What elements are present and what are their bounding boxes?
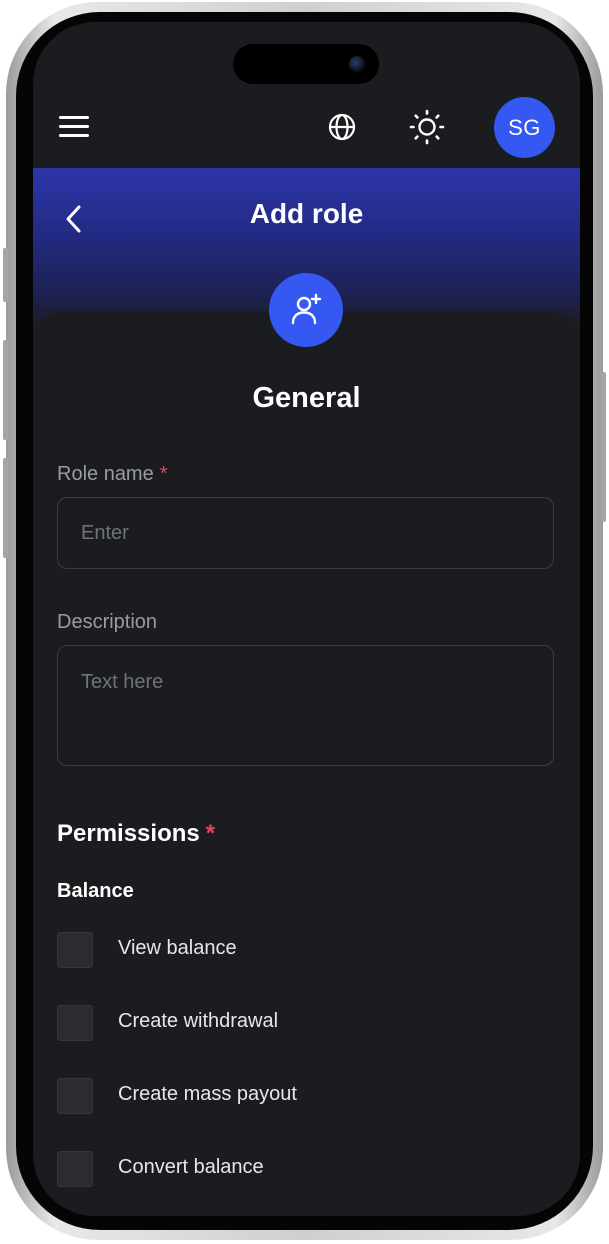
permission-label: Create withdrawal [118,1010,279,1032]
permission-convert-balance[interactable]: Convert balance [57,1151,537,1187]
permission-view-balance[interactable]: View balance [57,932,537,968]
checkbox[interactable] [57,1005,93,1041]
description-label: Description [57,611,158,633]
permissions-title-text: Permissions [57,820,200,847]
required-mark: * [159,463,168,485]
power-button [601,372,606,522]
globe-icon[interactable] [327,112,357,142]
checkbox[interactable] [57,1151,93,1187]
checkbox[interactable] [57,932,93,968]
permission-create-withdrawal[interactable]: Create withdrawal [57,1005,537,1041]
volume-down-button [3,458,8,558]
permission-label: View balance [118,937,237,959]
page-title: Add role [249,198,364,229]
permission-label: Convert balance [118,1156,264,1178]
required-mark: * [205,820,216,847]
role-badge [269,273,343,347]
checkbox[interactable] [57,1078,93,1114]
user-add-icon [291,293,322,325]
role-name-label: Role name * [57,463,168,486]
section-title: General [252,382,361,414]
avatar[interactable]: SG [494,97,555,158]
role-name-input[interactable] [57,497,554,569]
permissions-title: Permissions * [57,820,215,848]
action-button [3,248,8,302]
top-bar: SG [33,94,580,166]
description-textarea[interactable] [57,645,554,766]
volume-up-button [3,340,8,440]
permission-label: Create mass payout [118,1083,297,1105]
camera-icon [349,56,365,72]
role-name-label-text: Role name [57,463,154,485]
dynamic-island [233,44,379,84]
app-screen: SG Add role General Role name* Descripti… [33,22,580,1216]
menu-icon[interactable] [59,116,89,138]
sun-icon[interactable] [409,109,445,145]
permission-group-title: Balance [57,880,134,902]
permission-create-mass-payout[interactable]: Create mass payout [57,1078,537,1114]
